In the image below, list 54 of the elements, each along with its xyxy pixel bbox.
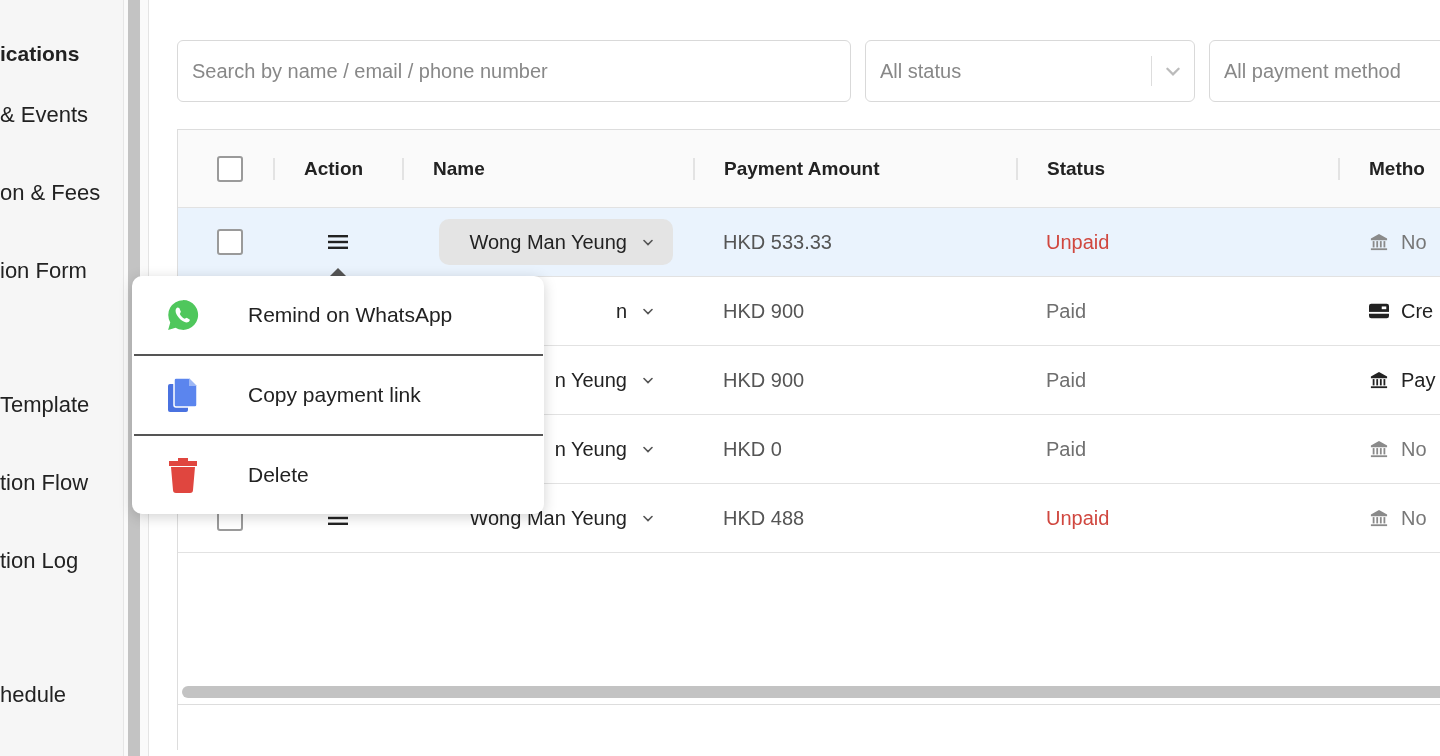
checkbox[interactable] — [216, 155, 243, 182]
status-text: Paid — [1045, 437, 1088, 461]
chevron-down-icon — [643, 237, 653, 247]
column-header: Action — [304, 157, 364, 180]
bank-icon — [1369, 371, 1389, 389]
scrollbar[interactable] — [182, 686, 1440, 698]
sidebar-item[interactable]: on & Fees — [0, 178, 123, 256]
table-cell: Cre — [1401, 299, 1434, 323]
menu-item[interactable]: Remind on WhatsApp — [132, 276, 544, 354]
name-dropdown[interactable]: Wong Man Yeung — [439, 219, 673, 265]
sidebar-item[interactable]: tion Flow — [0, 468, 123, 546]
bank-icon — [1369, 440, 1389, 458]
table-row[interactable]: Wong Man Yeung HKD 533.33 Unpaid No — [178, 208, 1440, 277]
sidebar-item[interactable]: & Events — [0, 100, 123, 178]
column-header: Status — [1047, 157, 1106, 180]
status-text: Unpaid — [1045, 230, 1111, 254]
search-field[interactable]: Search by name / email / phone number — [177, 40, 851, 102]
chevron-down-icon — [643, 306, 653, 316]
credit-card-icon — [1369, 302, 1389, 320]
sidebar-item[interactable]: Template — [0, 390, 123, 468]
status-text: Paid — [1045, 299, 1088, 323]
sidebar-item[interactable]: ion Form — [0, 256, 123, 334]
table-cell-text: HKD 900 — [722, 299, 806, 323]
chevron-down-icon — [643, 375, 653, 385]
column-header: Metho — [1369, 157, 1425, 180]
sidebar-item[interactable]: tion Log — [0, 546, 123, 624]
whatsapp-icon — [166, 297, 200, 333]
table-cell: No — [1401, 506, 1427, 530]
trash-icon — [166, 457, 200, 493]
payment-method-select[interactable]: All payment method — [1209, 40, 1440, 102]
table-cell-text: HKD 488 — [722, 506, 806, 530]
table-cell-text: HKD 0 — [722, 437, 783, 461]
table-cell: No — [1401, 437, 1427, 461]
status-text: Unpaid — [1045, 506, 1111, 530]
chevron-down-icon — [643, 513, 653, 523]
table-cell: Pay — [1401, 368, 1436, 392]
chevron-down-icon — [643, 444, 653, 454]
menu-icon[interactable] — [327, 235, 348, 249]
table-cell-text: HKD 533.33 — [722, 230, 833, 254]
status-select[interactable]: All status — [865, 40, 1195, 102]
column-header: Payment Amount — [724, 157, 880, 180]
bank-icon — [1369, 233, 1389, 251]
copy-icon — [166, 377, 200, 413]
status-text: Paid — [1045, 368, 1088, 392]
table-cell: No — [1401, 230, 1427, 254]
sidebar-heading: ications — [0, 41, 81, 67]
table-cell-text: HKD 900 — [722, 368, 806, 392]
menu-item[interactable]: Copy payment link — [132, 356, 544, 434]
bank-icon — [1369, 509, 1389, 527]
sidebar-item[interactable]: hedule — [0, 680, 123, 756]
checkbox[interactable] — [216, 229, 243, 255]
popover-arrow — [330, 268, 346, 276]
column-header: Name — [433, 157, 485, 180]
chevron-down-icon — [1166, 66, 1180, 76]
